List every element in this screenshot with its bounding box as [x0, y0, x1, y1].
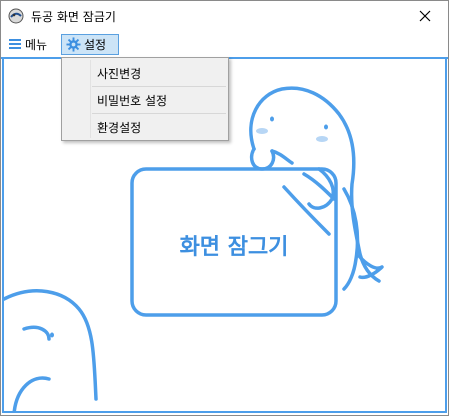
menu-item-password-settings[interactable]: 비밀번호 설정 — [62, 87, 228, 113]
menu-item-change-photo-label: 사진변경 — [97, 66, 142, 81]
menu-main[interactable]: 메뉴 — [5, 34, 59, 54]
close-icon — [419, 10, 431, 22]
menu-settings-label: 설정 — [84, 38, 107, 52]
menu-settings[interactable]: 설정 — [61, 34, 119, 55]
close-button[interactable] — [402, 1, 448, 31]
title-bar[interactable]: 듀공 화면 잠금기 — [1, 1, 448, 31]
lock-screen-button[interactable]: 화면 잠그기 — [132, 229, 336, 261]
app-window: 듀공 화면 잠금기 메뉴 설정 화면 잠그기 사진변경 비밀번호 설정 환경설정 — [0, 0, 449, 416]
menu-bar: 메뉴 설정 — [1, 32, 448, 59]
menu-item-change-photo[interactable]: 사진변경 — [62, 60, 228, 86]
menu-item-preferences[interactable]: 환경설정 — [62, 114, 228, 140]
menu-item-password-settings-label: 비밀번호 설정 — [97, 93, 168, 108]
window-title: 듀공 화면 잠금기 — [31, 10, 116, 24]
menu-item-preferences-label: 환경설정 — [97, 120, 142, 135]
gear-icon — [66, 37, 81, 52]
settings-dropdown: 사진변경 비밀번호 설정 환경설정 — [61, 57, 229, 141]
hamburger-icon — [9, 39, 21, 49]
app-icon — [8, 8, 24, 24]
menu-main-label: 메뉴 — [25, 37, 48, 52]
